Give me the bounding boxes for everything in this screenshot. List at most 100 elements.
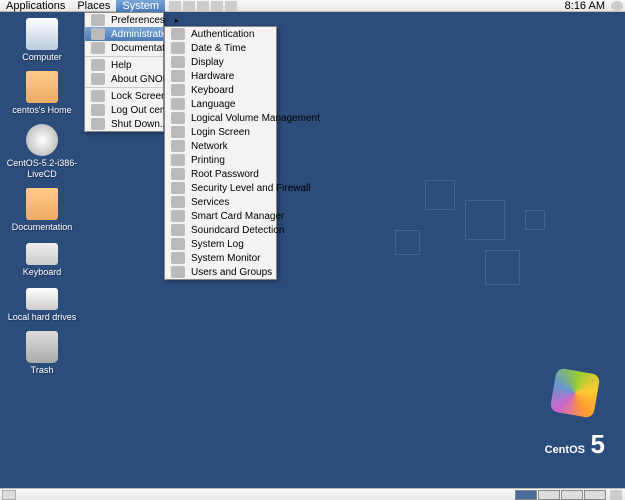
menu-label: Logical Volume Management xyxy=(191,113,320,124)
administration-icon xyxy=(91,28,105,40)
admin-item-login-screen[interactable]: Login Screen xyxy=(165,125,276,139)
panel-trash-icon[interactable] xyxy=(610,490,622,500)
lock-icon xyxy=(91,90,105,102)
menu-administration[interactable]: Administration▸ xyxy=(85,27,163,41)
clock[interactable]: 8:16 AM xyxy=(561,0,609,12)
menu-label: Smart Card Manager xyxy=(191,211,284,222)
admin-item-hardware[interactable]: Hardware xyxy=(165,69,276,83)
admin-item-system-log[interactable]: System Log xyxy=(165,237,276,251)
desktop-label: CentOS-5.2-i386-LiveCD xyxy=(6,158,78,180)
admin-item-root-password[interactable]: Root Password xyxy=(165,167,276,181)
menu-system[interactable]: System xyxy=(116,0,165,12)
desktop-home[interactable]: centos's Home xyxy=(6,71,78,116)
desktop-computer[interactable]: Computer xyxy=(6,18,78,63)
date-time-icon xyxy=(171,42,185,54)
brand-name: CentOS xyxy=(545,444,585,456)
mail-launcher-icon[interactable] xyxy=(183,1,195,11)
display-icon xyxy=(171,56,185,68)
workspace-2[interactable] xyxy=(538,490,560,500)
brand-text: CentOS 5 xyxy=(545,429,605,460)
menu-label: Preferences xyxy=(111,15,165,26)
admin-item-display[interactable]: Display xyxy=(165,55,276,69)
menu-label: Shut Down... xyxy=(111,119,168,130)
workspace-4[interactable] xyxy=(584,490,606,500)
soundcard-icon xyxy=(171,224,185,236)
system-menu: Preferences▸ Administration▸ Documentati… xyxy=(84,12,164,132)
help-icon xyxy=(91,59,105,71)
browser-launcher-icon[interactable] xyxy=(169,1,181,11)
desktop-label: Trash xyxy=(6,365,78,376)
menu-separator xyxy=(85,87,163,88)
menu-about[interactable]: About GNOME xyxy=(85,72,163,86)
admin-item-security-level-and-firewall[interactable]: Security Level and Firewall xyxy=(165,181,276,195)
admin-item-keyboard[interactable]: Keyboard xyxy=(165,83,276,97)
admin-item-users-and-groups[interactable]: Users and Groups xyxy=(165,265,276,279)
workspace-3[interactable] xyxy=(561,490,583,500)
admin-item-soundcard-detection[interactable]: Soundcard Detection xyxy=(165,223,276,237)
computer-icon xyxy=(26,18,58,50)
menu-preferences[interactable]: Preferences▸ xyxy=(85,13,163,27)
menu-label: Services xyxy=(191,197,270,208)
firewall-icon xyxy=(171,182,185,194)
admin-item-system-monitor[interactable]: System Monitor xyxy=(165,251,276,265)
desktop-livecd[interactable]: CentOS-5.2-i386-LiveCD xyxy=(6,124,78,180)
menu-documentation[interactable]: Documentation▸ xyxy=(85,41,163,55)
admin-item-smart-card-manager[interactable]: Smart Card Manager xyxy=(165,209,276,223)
documentation-icon xyxy=(91,42,105,54)
desktop-documentation[interactable]: Documentation xyxy=(6,188,78,233)
admin-item-printing[interactable]: Printing xyxy=(165,153,276,167)
menu-label: Network xyxy=(191,141,270,152)
admin-item-authentication[interactable]: Authentication xyxy=(165,27,276,41)
language-icon xyxy=(171,98,185,110)
launcher-applets xyxy=(165,1,241,11)
menu-label: Date & Time xyxy=(191,43,270,54)
menu-shutdown[interactable]: Shut Down... xyxy=(85,117,163,131)
chevron-right-icon: ▸ xyxy=(175,16,179,25)
login-screen-icon xyxy=(171,126,185,138)
show-desktop-button[interactable] xyxy=(2,490,16,500)
background-decoration xyxy=(385,180,565,300)
volume-icon[interactable] xyxy=(611,1,623,11)
menu-label: Help xyxy=(111,60,157,71)
admin-item-date-time[interactable]: Date & Time xyxy=(165,41,276,55)
desktop-drives[interactable]: Local hard drives xyxy=(6,288,78,323)
admin-item-logical-volume-management[interactable]: Logical Volume Management xyxy=(165,111,276,125)
sysmonitor-icon xyxy=(171,252,185,264)
smartcard-icon xyxy=(171,210,185,222)
desktop-icons: Computer centos's Home CentOS-5.2-i386-L… xyxy=(6,18,78,384)
auth-icon xyxy=(171,28,185,40)
menu-logout[interactable]: Log Out centos... xyxy=(85,103,163,117)
menu-lock[interactable]: Lock Screen xyxy=(85,89,163,103)
menu-label: Display xyxy=(191,57,270,68)
desktop-label: Documentation xyxy=(6,222,78,233)
desktop-trash[interactable]: Trash xyxy=(6,331,78,376)
about-icon xyxy=(91,73,105,85)
menu-help[interactable]: Help xyxy=(85,58,163,72)
desktop-keyboard[interactable]: Keyboard xyxy=(6,243,78,278)
menu-label: Users and Groups xyxy=(191,267,272,278)
admin-item-services[interactable]: Services xyxy=(165,195,276,209)
services-icon xyxy=(171,196,185,208)
folder-icon xyxy=(26,71,58,103)
menu-label: Authentication xyxy=(191,29,270,40)
printing-icon xyxy=(171,154,185,166)
menu-label: System Monitor xyxy=(191,253,270,264)
impress-launcher-icon[interactable] xyxy=(211,1,223,11)
bottom-panel xyxy=(0,488,625,500)
menu-places[interactable]: Places xyxy=(71,0,116,12)
preferences-icon xyxy=(91,14,105,26)
workspace-1[interactable] xyxy=(515,490,537,500)
lvm-icon xyxy=(171,112,185,124)
hardware-icon xyxy=(171,70,185,82)
menu-label: Lock Screen xyxy=(111,91,167,102)
menu-label: Keyboard xyxy=(191,85,270,96)
menu-applications[interactable]: Applications xyxy=(0,0,71,12)
desktop-label: centos's Home xyxy=(6,105,78,116)
admin-item-language[interactable]: Language xyxy=(165,97,276,111)
menu-label: Security Level and Firewall xyxy=(191,183,311,194)
admin-item-network[interactable]: Network xyxy=(165,139,276,153)
centos-emblem-icon xyxy=(545,363,605,423)
calc-launcher-icon[interactable] xyxy=(225,1,237,11)
office-launcher-icon[interactable] xyxy=(197,1,209,11)
users-groups-icon xyxy=(171,266,185,278)
